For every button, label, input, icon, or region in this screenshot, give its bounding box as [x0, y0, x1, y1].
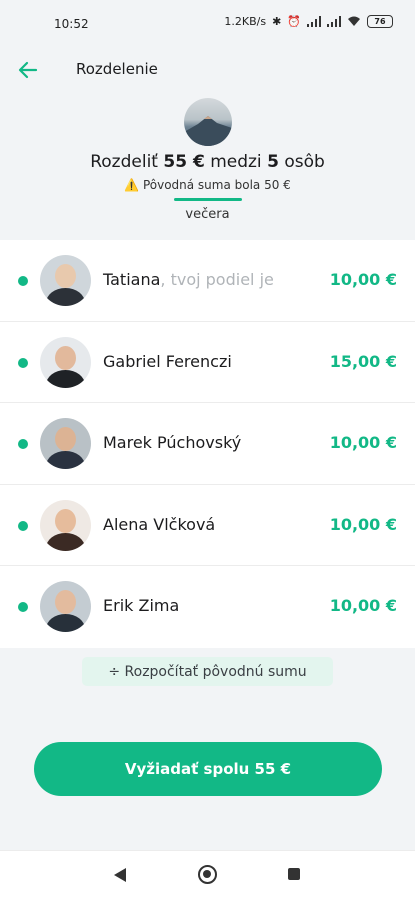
network-speed: 1.2KB/s [224, 15, 267, 28]
person-row[interactable]: Tatiana, tvoj podiel je 10,00 € [0, 240, 415, 322]
total-amount: 55 € [163, 152, 205, 172]
status-icons: 1.2KB/s ✱ ⏰ 76 [224, 15, 393, 28]
signal-icon-2 [327, 16, 341, 27]
person-name: Marek Púchovský [103, 433, 242, 452]
split-summary: Rozdeliť 55 € medzi 5 osôb [90, 152, 325, 172]
status-bar: 10:52 1.2KB/s ✱ ⏰ 76 [0, 0, 415, 48]
your-share-hint: , tvoj podiel je [160, 270, 274, 289]
status-dot [18, 439, 28, 449]
request-total-button[interactable]: Vyžiadať spolu 55 € [34, 742, 382, 796]
tab-indicator [174, 198, 242, 201]
person-row[interactable]: Marek Púchovský 10,00 € [0, 403, 415, 485]
avatar [40, 336, 91, 388]
people-list: Tatiana, tvoj podiel je 10,00 € Gabriel … [0, 240, 415, 648]
status-dot [18, 276, 28, 286]
battery-icon: 76 [367, 15, 393, 28]
avatar [40, 418, 91, 469]
status-dot [18, 520, 28, 531]
system-nav-bar [0, 850, 415, 900]
page-title: Rozdelenie [76, 60, 158, 78]
mountain-image [184, 116, 232, 146]
alarm-icon: ⏰ [287, 15, 301, 28]
back-button[interactable] [12, 54, 44, 86]
tab-vecera[interactable]: večera [0, 207, 415, 222]
person-row[interactable]: Alena Vlčková 10,00 € [0, 485, 415, 566]
arrow-left-icon [18, 61, 38, 79]
app-bar: Rozdelenie [0, 48, 415, 92]
nav-back-icon[interactable] [114, 868, 126, 882]
person-name: Alena Vlčková [103, 514, 216, 534]
person-name: Erik Zima [103, 596, 180, 615]
original-amount-warning: ⚠️ Pôvodná suma bola 50 € [0, 178, 415, 192]
person-name: Gabriel Ferenczi [103, 351, 232, 371]
person-name: Tatiana, tvoj podiel je [103, 270, 274, 289]
person-amount[interactable]: 10,00 € [330, 433, 397, 452]
avatar [40, 255, 91, 306]
warning-text: Pôvodná suma bola 50 € [142, 178, 291, 192]
person-amount[interactable]: 10,00 € [330, 515, 397, 534]
bluetooth-icon: ✱ [272, 15, 282, 28]
person-count: 5 [267, 152, 279, 172]
group-avatar [184, 98, 232, 146]
nav-home-icon[interactable] [198, 865, 217, 884]
split-header: Rozdeliť 55 € medzi 5 osôb ⚠️ Pôvodná su… [0, 92, 415, 240]
avatar [40, 499, 91, 551]
person-row[interactable]: Erik Zima 10,00 € [0, 566, 415, 648]
person-amount[interactable]: 10,00 € [330, 596, 397, 615]
avatar [40, 581, 91, 632]
status-dot [18, 357, 28, 368]
signal-icon [307, 16, 321, 27]
nav-recents-icon[interactable] [288, 868, 300, 880]
status-time: 10:52 [54, 17, 89, 31]
wifi-icon [348, 16, 360, 26]
status-dot [18, 602, 28, 612]
person-amount[interactable]: 15,00 € [330, 352, 397, 371]
person-amount[interactable]: 10,00 € [330, 270, 397, 289]
warning-icon: ⚠️ [124, 178, 140, 192]
person-row[interactable]: Gabriel Ferenczi 15,00 € [0, 322, 415, 403]
recalculate-original-button[interactable]: ÷ Rozpočítať pôvodnú sumu [82, 657, 333, 686]
